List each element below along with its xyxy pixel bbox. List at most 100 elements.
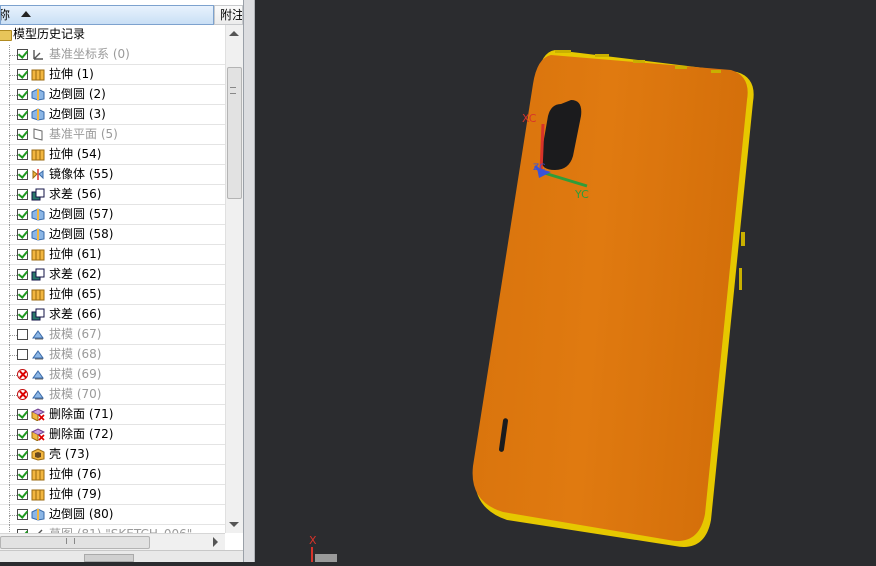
feature-label: 边倒圆 (58) bbox=[49, 227, 114, 241]
tree-row[interactable]: 拉伸 (61) bbox=[0, 245, 225, 265]
tree-row[interactable]: 壳 (73) bbox=[0, 445, 225, 465]
error-checkbox-icon[interactable] bbox=[17, 389, 28, 400]
suppress-checkbox[interactable] bbox=[17, 49, 28, 60]
tree-row[interactable]: 拉伸 (65) bbox=[0, 285, 225, 305]
draft-icon bbox=[31, 328, 45, 341]
tree-line bbox=[9, 375, 10, 385]
tree-row[interactable]: 拉伸 (54) bbox=[0, 145, 225, 165]
suppress-checkbox[interactable] bbox=[17, 349, 28, 360]
feature-label: 边倒圆 (3) bbox=[49, 107, 106, 121]
horizontal-scroll-thumb[interactable] bbox=[0, 536, 150, 549]
note-column-header[interactable]: 附注 bbox=[214, 5, 243, 25]
tree-line bbox=[9, 335, 10, 345]
tree-row[interactable]: 基准坐标系 (0) bbox=[0, 45, 225, 65]
suppress-checkbox[interactable] bbox=[17, 429, 28, 440]
suppress-checkbox[interactable] bbox=[17, 189, 28, 200]
tree-row[interactable]: 求差 (66) bbox=[0, 305, 225, 325]
feature-label: 求差 (66) bbox=[49, 307, 102, 321]
scroll-down-icon[interactable] bbox=[229, 522, 239, 527]
part-navigator-panel: 称 附注 模型历史记录 基准坐标系 (0)拉伸 (1)边倒圆 (2)边倒圆 (3… bbox=[0, 0, 244, 562]
tree-line bbox=[9, 85, 17, 96]
tree-line bbox=[9, 145, 17, 156]
tree-row[interactable]: 删除面 (71) bbox=[0, 405, 225, 425]
tree-line bbox=[9, 495, 10, 505]
tree-line bbox=[9, 325, 17, 336]
tree-row[interactable]: 基准平面 (5) bbox=[0, 125, 225, 145]
delete-face-icon bbox=[30, 428, 46, 442]
tree-line bbox=[9, 515, 10, 525]
suppress-checkbox[interactable] bbox=[17, 329, 28, 340]
feature-tree: 基准坐标系 (0) 拉伸 (1) 边倒圆 (2) 边倒圆 (3) 基准平面 (5) 拉伸 … bbox=[0, 25, 225, 533]
suppress-checkbox[interactable] bbox=[17, 69, 28, 80]
feature-label: 拔模 (68) bbox=[49, 347, 102, 361]
tree-row[interactable]: 拉伸 (1) bbox=[0, 65, 225, 85]
tree-row[interactable]: 镜像体 (55) bbox=[0, 165, 225, 185]
tree-row[interactable]: 求差 (56) bbox=[0, 185, 225, 205]
tree-row[interactable]: 拔模 (69) bbox=[0, 365, 225, 385]
suppress-checkbox[interactable] bbox=[17, 409, 28, 420]
extrude-icon bbox=[31, 148, 45, 161]
feature-label: 拉伸 (61) bbox=[49, 247, 102, 261]
tree-row[interactable]: 删除面 (72) bbox=[0, 425, 225, 445]
suppress-checkbox[interactable] bbox=[17, 509, 28, 520]
tree-row[interactable]: 拔模 (68) bbox=[0, 345, 225, 365]
extrude-icon bbox=[31, 68, 45, 81]
tree-row[interactable]: 边倒圆 (57) bbox=[0, 205, 225, 225]
side-buttons bbox=[739, 232, 745, 290]
tree-line bbox=[9, 425, 17, 436]
tree-row[interactable]: 求差 (62) bbox=[0, 265, 225, 285]
shell-icon bbox=[31, 448, 45, 461]
scroll-right-icon[interactable] bbox=[213, 537, 218, 547]
subtract-icon bbox=[31, 308, 45, 321]
panel-tab-handle[interactable] bbox=[84, 554, 134, 562]
tree-row[interactable]: 边倒圆 (58) bbox=[0, 225, 225, 245]
subtract-icon bbox=[31, 188, 45, 201]
absolute-csys-triad: X bbox=[309, 534, 337, 562]
tree-line bbox=[9, 415, 10, 425]
name-column-header[interactable]: 称 bbox=[0, 5, 214, 25]
suppress-checkbox[interactable] bbox=[17, 489, 28, 500]
tree-row[interactable]: 草图 (81) "SKETCH_006" bbox=[0, 525, 225, 533]
suppress-checkbox[interactable] bbox=[17, 309, 28, 320]
feature-label: 边倒圆 (2) bbox=[49, 87, 106, 101]
tree-row[interactable]: 拉伸 (79) bbox=[0, 485, 225, 505]
tree-row[interactable]: 拉伸 (76) bbox=[0, 465, 225, 485]
suppress-checkbox[interactable] bbox=[17, 149, 28, 160]
suppress-checkbox[interactable] bbox=[17, 129, 28, 140]
horizontal-scrollbar[interactable] bbox=[0, 533, 225, 550]
suppress-checkbox[interactable] bbox=[17, 229, 28, 240]
tree-row[interactable]: 边倒圆 (3) bbox=[0, 105, 225, 125]
tree-line bbox=[9, 275, 10, 285]
tree-row[interactable]: 边倒圆 (2) bbox=[0, 85, 225, 105]
draft-icon bbox=[31, 368, 45, 381]
error-checkbox-icon[interactable] bbox=[17, 369, 28, 380]
tree-row[interactable]: 拔模 (70) bbox=[0, 385, 225, 405]
suppress-checkbox[interactable] bbox=[17, 469, 28, 480]
suppress-checkbox[interactable] bbox=[17, 289, 28, 300]
tree-line bbox=[9, 355, 10, 365]
edge-blend-icon bbox=[31, 508, 45, 521]
mirror-body-icon bbox=[31, 168, 45, 181]
tree-row[interactable]: 拔模 (67) bbox=[0, 325, 225, 345]
suppress-checkbox[interactable] bbox=[17, 169, 28, 180]
tree-row[interactable]: 边倒圆 (80) bbox=[0, 505, 225, 525]
phone-case-model[interactable] bbox=[472, 50, 754, 547]
suppress-checkbox[interactable] bbox=[17, 269, 28, 280]
graphics-viewport[interactable]: XC YC ZC X bbox=[255, 0, 876, 562]
feature-label: 拔模 (70) bbox=[49, 387, 102, 401]
suppress-checkbox[interactable] bbox=[17, 109, 28, 120]
suppress-checkbox[interactable] bbox=[17, 89, 28, 100]
vertical-scrollbar[interactable] bbox=[225, 25, 243, 533]
suppress-checkbox[interactable] bbox=[17, 249, 28, 260]
feature-label: 镜像体 (55) bbox=[49, 167, 114, 181]
extrude-icon bbox=[31, 468, 45, 481]
suppress-checkbox[interactable] bbox=[17, 209, 28, 220]
suppress-checkbox[interactable] bbox=[17, 449, 28, 460]
panel-splitter[interactable] bbox=[244, 0, 255, 562]
scroll-up-icon[interactable] bbox=[229, 31, 239, 36]
edge-blend-icon bbox=[31, 108, 45, 121]
tree-line bbox=[9, 195, 10, 205]
tree-line bbox=[9, 105, 17, 116]
feature-label: 求差 (56) bbox=[49, 187, 102, 201]
tree-line bbox=[9, 405, 17, 416]
